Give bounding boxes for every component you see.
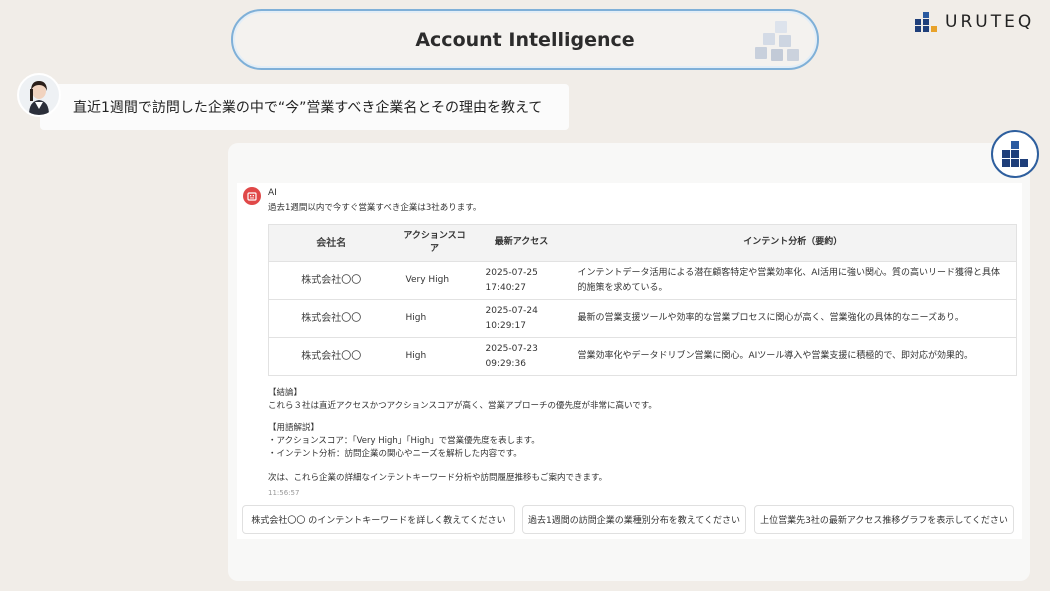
uruteq-logo-icon [915, 12, 937, 32]
user-question-bubble: 直近1週間で訪問した企業の中で“今”営業すべき企業名とその理由を教えて [40, 84, 569, 130]
intent-cell: 最新の営業支援ツールや効率的な営業プロセスに関心が高く、営業強化の具体的なニーズ… [567, 299, 1017, 338]
user-avatar [17, 73, 61, 117]
intent-cell: インテントデータ活用による潜在顧客特定や営業効率化、AI活用に強い関心。質の高い… [567, 261, 1017, 300]
conclusion-text: これら３社は直近アクセスかつアクションスコアが高く、営業アプローチの優先度が非常… [268, 401, 657, 411]
col-header-intent: インテント分析（要約） [567, 224, 1017, 262]
results-table: 会社名 アクションスコア 最新アクセス インテント分析（要約） 株式会社〇〇 V… [268, 224, 1017, 376]
access-cell: 2025-07-25 17:40:27 [475, 261, 568, 300]
access-cell: 2025-07-23 09:29:36 [475, 337, 568, 376]
table-row: 株式会社〇〇 High 2025-07-24 10:29:17 最新の営業支援ツー… [268, 299, 1017, 338]
intent-cell: 営業効率化やデータドリブン営業に関心。AIツール導入や営業支援に積極的で、即対応… [567, 337, 1017, 376]
col-header-access: 最新アクセス [475, 224, 568, 262]
next-steps-text: 次は、これら企業の詳細なインテントキーワード分析や訪問履歴推移もご案内できます。 [268, 473, 608, 483]
brand-name: URUTEQ [945, 12, 1035, 32]
answer-intro: 過去1週間以内で今すぐ営業すべき企業は3社あります。 [268, 203, 482, 213]
col-header-company: 会社名 [268, 224, 394, 262]
suggestion-button-access-graph[interactable]: 上位営業先3社の最新アクセス推移グラフを表示してください [754, 505, 1014, 534]
bot-avatar [991, 130, 1039, 178]
user-avatar-image [19, 75, 59, 115]
glossary-item: ・アクションスコア：「Very High」「High」で営業優先度を表します。 [268, 436, 540, 446]
glossary-item: ・インテント分析：訪問企業の関心やニーズを解析した内容です。 [268, 449, 522, 459]
glossary-heading: 【用語解説】 [268, 423, 320, 433]
suggestion-button-industry[interactable]: 過去1週間の訪問企業の業種別分布を教えてください [522, 505, 746, 534]
user-question-text: 直近1週間で訪問した企業の中で“今”営業すべき企業名とその理由を教えて [73, 100, 543, 116]
score-cell: High [393, 299, 476, 338]
table-header-row: 会社名 アクションスコア 最新アクセス インテント分析（要約） [268, 224, 1017, 262]
conclusion-heading: 【結論】 [268, 388, 303, 398]
score-cell: Very High [393, 261, 476, 300]
col-header-score: アクションスコア [393, 224, 476, 262]
table-row: 株式会社〇〇 Very High 2025-07-25 17:40:27 インテン… [268, 261, 1017, 300]
app-title: Account Intelligence [415, 28, 635, 51]
message-timestamp: 11:56:57 [268, 489, 300, 497]
ai-robot-icon [243, 187, 261, 205]
company-cell: 株式会社〇〇 [268, 261, 394, 300]
company-cell: 株式会社〇〇 [268, 337, 394, 376]
brand-logo: URUTEQ [915, 12, 1034, 32]
score-cell: High [393, 337, 476, 376]
company-cell: 株式会社〇〇 [268, 299, 394, 338]
cubes-icon [755, 21, 799, 61]
bot-logo-icon [1002, 141, 1028, 167]
table-row: 株式会社〇〇 High 2025-07-23 09:29:36 営業効率化やデータ… [268, 337, 1017, 376]
access-cell: 2025-07-24 10:29:17 [475, 299, 568, 338]
ai-sender-label: AI [268, 188, 277, 198]
suggestion-button-keywords[interactable]: 株式会社〇〇 のインテントキーワードを詳しく教えてください [242, 505, 515, 534]
app-title-pill: Account Intelligence [231, 9, 819, 70]
